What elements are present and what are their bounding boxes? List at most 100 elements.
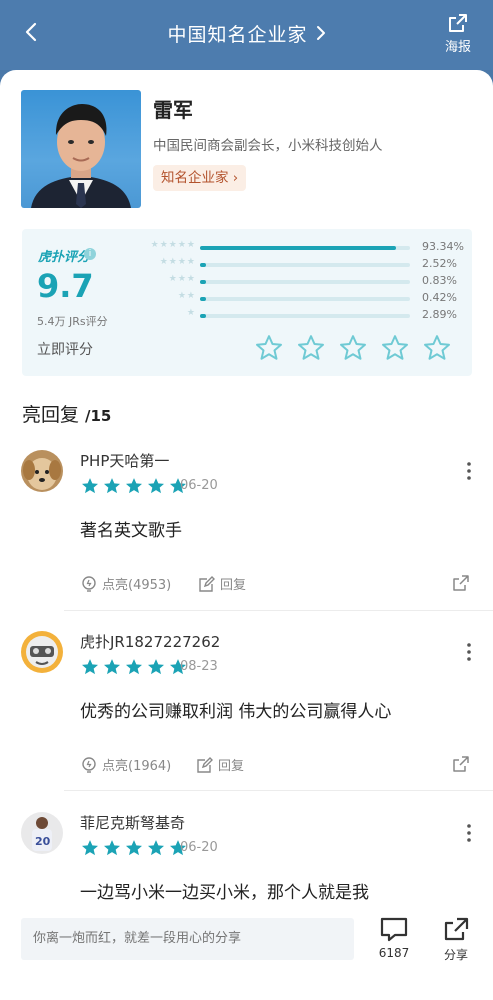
divider [64, 610, 493, 611]
more-vertical-icon[interactable] [467, 643, 471, 661]
avatar[interactable]: 20 [21, 812, 63, 854]
share-label: 分享 [443, 948, 468, 962]
distribution-bar-fill [200, 314, 207, 318]
content-card: 雷军 中国民间商会副会长，小米科技创始人 知名企业家 › 虎扑评分 i 9.7 … [0, 70, 493, 1000]
share-out-icon [444, 917, 469, 941]
avatar[interactable] [21, 450, 63, 492]
distribution-row: ★★★ 0.83% [132, 274, 462, 288]
rate-star-5[interactable] [422, 333, 452, 363]
distribution-bar-fill [200, 246, 396, 250]
like-button[interactable]: 点亮(1964) [80, 755, 171, 774]
distribution-bar [200, 314, 410, 318]
star-icon [148, 659, 164, 675]
person-description: 中国民间商会副会长，小米科技创始人 [153, 138, 383, 154]
rate-now-label: 立即评分 [37, 342, 93, 358]
bulb-icon [82, 575, 96, 592]
top-bar: 中国知名企业家 海报 [0, 0, 493, 70]
edit-icon [199, 575, 215, 592]
like-button[interactable]: 点亮(4953) [80, 574, 171, 593]
reply-label: 回复 [218, 759, 245, 774]
share-button[interactable]: 分享 [438, 916, 474, 963]
reply-content: 优秀的公司赚取利润 伟大的公司赢得人心 [80, 702, 392, 722]
star-icon [148, 840, 164, 856]
avatar[interactable] [21, 631, 63, 673]
distribution-stars: ★★★★★ [150, 240, 196, 250]
more-vertical-icon[interactable] [467, 462, 471, 480]
star-icon [82, 659, 98, 675]
rate-star-3[interactable] [338, 333, 368, 363]
user-rating-stars [80, 838, 188, 858]
distribution-bar [200, 263, 410, 267]
reply-item: PHP天哈第一 06-20 著名英文歌手 点亮(4953) 回复 [0, 450, 493, 630]
reply-item: 虎扑JR1827227262 08-23 优秀的公司赚取利润 伟大的公司赢得人心… [0, 631, 493, 811]
distribution-bar [200, 246, 410, 250]
star-icon [104, 840, 120, 856]
person-name: 雷军 [153, 98, 193, 122]
chevron-right-icon: › [232, 170, 239, 186]
edit-icon [197, 756, 213, 773]
reply-actions: 点亮(4953) 回复 [80, 574, 470, 596]
rate-stars [254, 333, 452, 363]
rate-star-4[interactable] [380, 333, 410, 363]
comments-button[interactable]: 6187 [376, 916, 412, 960]
profile-photo [21, 90, 141, 208]
reply-label: 回复 [220, 578, 247, 593]
poster-button[interactable]: 海报 [441, 12, 475, 55]
star-icon [82, 478, 98, 494]
poster-label: 海报 [444, 40, 471, 55]
reply-button[interactable]: 回复 [196, 755, 244, 774]
distribution-percent: 0.83% [422, 274, 457, 287]
distribution-bar-fill [200, 297, 207, 301]
svg-text:20: 20 [35, 835, 51, 848]
bulb-icon [82, 756, 96, 773]
distribution-percent: 2.52% [422, 257, 457, 270]
more-vertical-icon[interactable] [467, 824, 471, 842]
rating-score: 9.7 [37, 267, 94, 305]
reply-content: 一边骂小米一边买小米，那个人就是我 [80, 883, 369, 903]
distribution-bar [200, 280, 410, 284]
user-name[interactable]: 虎扑JR1827227262 [80, 631, 220, 652]
page-title: 中国知名企业家 [167, 24, 308, 46]
chevron-right-icon [316, 24, 326, 46]
distribution-row: ★ 2.89% [132, 308, 462, 322]
star-icon [126, 478, 142, 494]
distribution-stars: ★★★ [168, 274, 196, 284]
star-icon [126, 659, 142, 675]
rate-star-2[interactable] [296, 333, 326, 363]
reply-actions: 点亮(1964) 回复 [80, 755, 470, 777]
star-icon [104, 659, 120, 675]
distribution-percent: 2.89% [422, 308, 457, 321]
comment-icon [380, 917, 408, 942]
distribution-bar [200, 297, 410, 301]
like-count: 点亮(1964) [102, 759, 172, 774]
reply-date: 08-23 [180, 659, 218, 674]
divider [64, 790, 493, 791]
star-icon [104, 478, 120, 494]
share-icon[interactable] [452, 574, 470, 592]
rate-star-1[interactable] [254, 333, 284, 363]
info-icon[interactable]: i [84, 248, 96, 260]
distribution-row: ★★ 0.42% [132, 291, 462, 305]
user-name[interactable]: PHP天哈第一 [80, 450, 169, 471]
rating-brand: 虎扑评分 [38, 250, 91, 265]
category-tag[interactable]: 知名企业家 › [153, 165, 247, 191]
comment-input[interactable] [21, 918, 354, 960]
distribution-bar-fill [200, 263, 207, 267]
share-icon[interactable] [452, 755, 470, 773]
reply-date: 06-20 [180, 840, 218, 855]
user-name[interactable]: 菲尼克斯弩基奇 [80, 812, 185, 833]
page-title-button[interactable]: 中国知名企业家 [0, 20, 493, 47]
star-icon [82, 840, 98, 856]
share-out-icon [449, 14, 467, 32]
user-rating-stars [80, 476, 188, 496]
distribution-percent: 0.42% [422, 291, 457, 304]
reply-button[interactable]: 回复 [198, 574, 246, 593]
like-count: 点亮(4953) [102, 578, 172, 593]
distribution-bar-fill [200, 280, 207, 284]
distribution-stars: ★★★★ [159, 257, 196, 267]
comment-count: 6187 [378, 946, 410, 960]
rating-panel: 虎扑评分 i 9.7 5.4万 JRs评分 立即评分 ★★★★★ 93.34% ★★… [22, 229, 472, 376]
distribution-row: ★★★★★ 93.34% [132, 240, 464, 254]
replies-title: 亮回复 [22, 404, 80, 426]
distribution-stars: ★★ [177, 291, 196, 301]
